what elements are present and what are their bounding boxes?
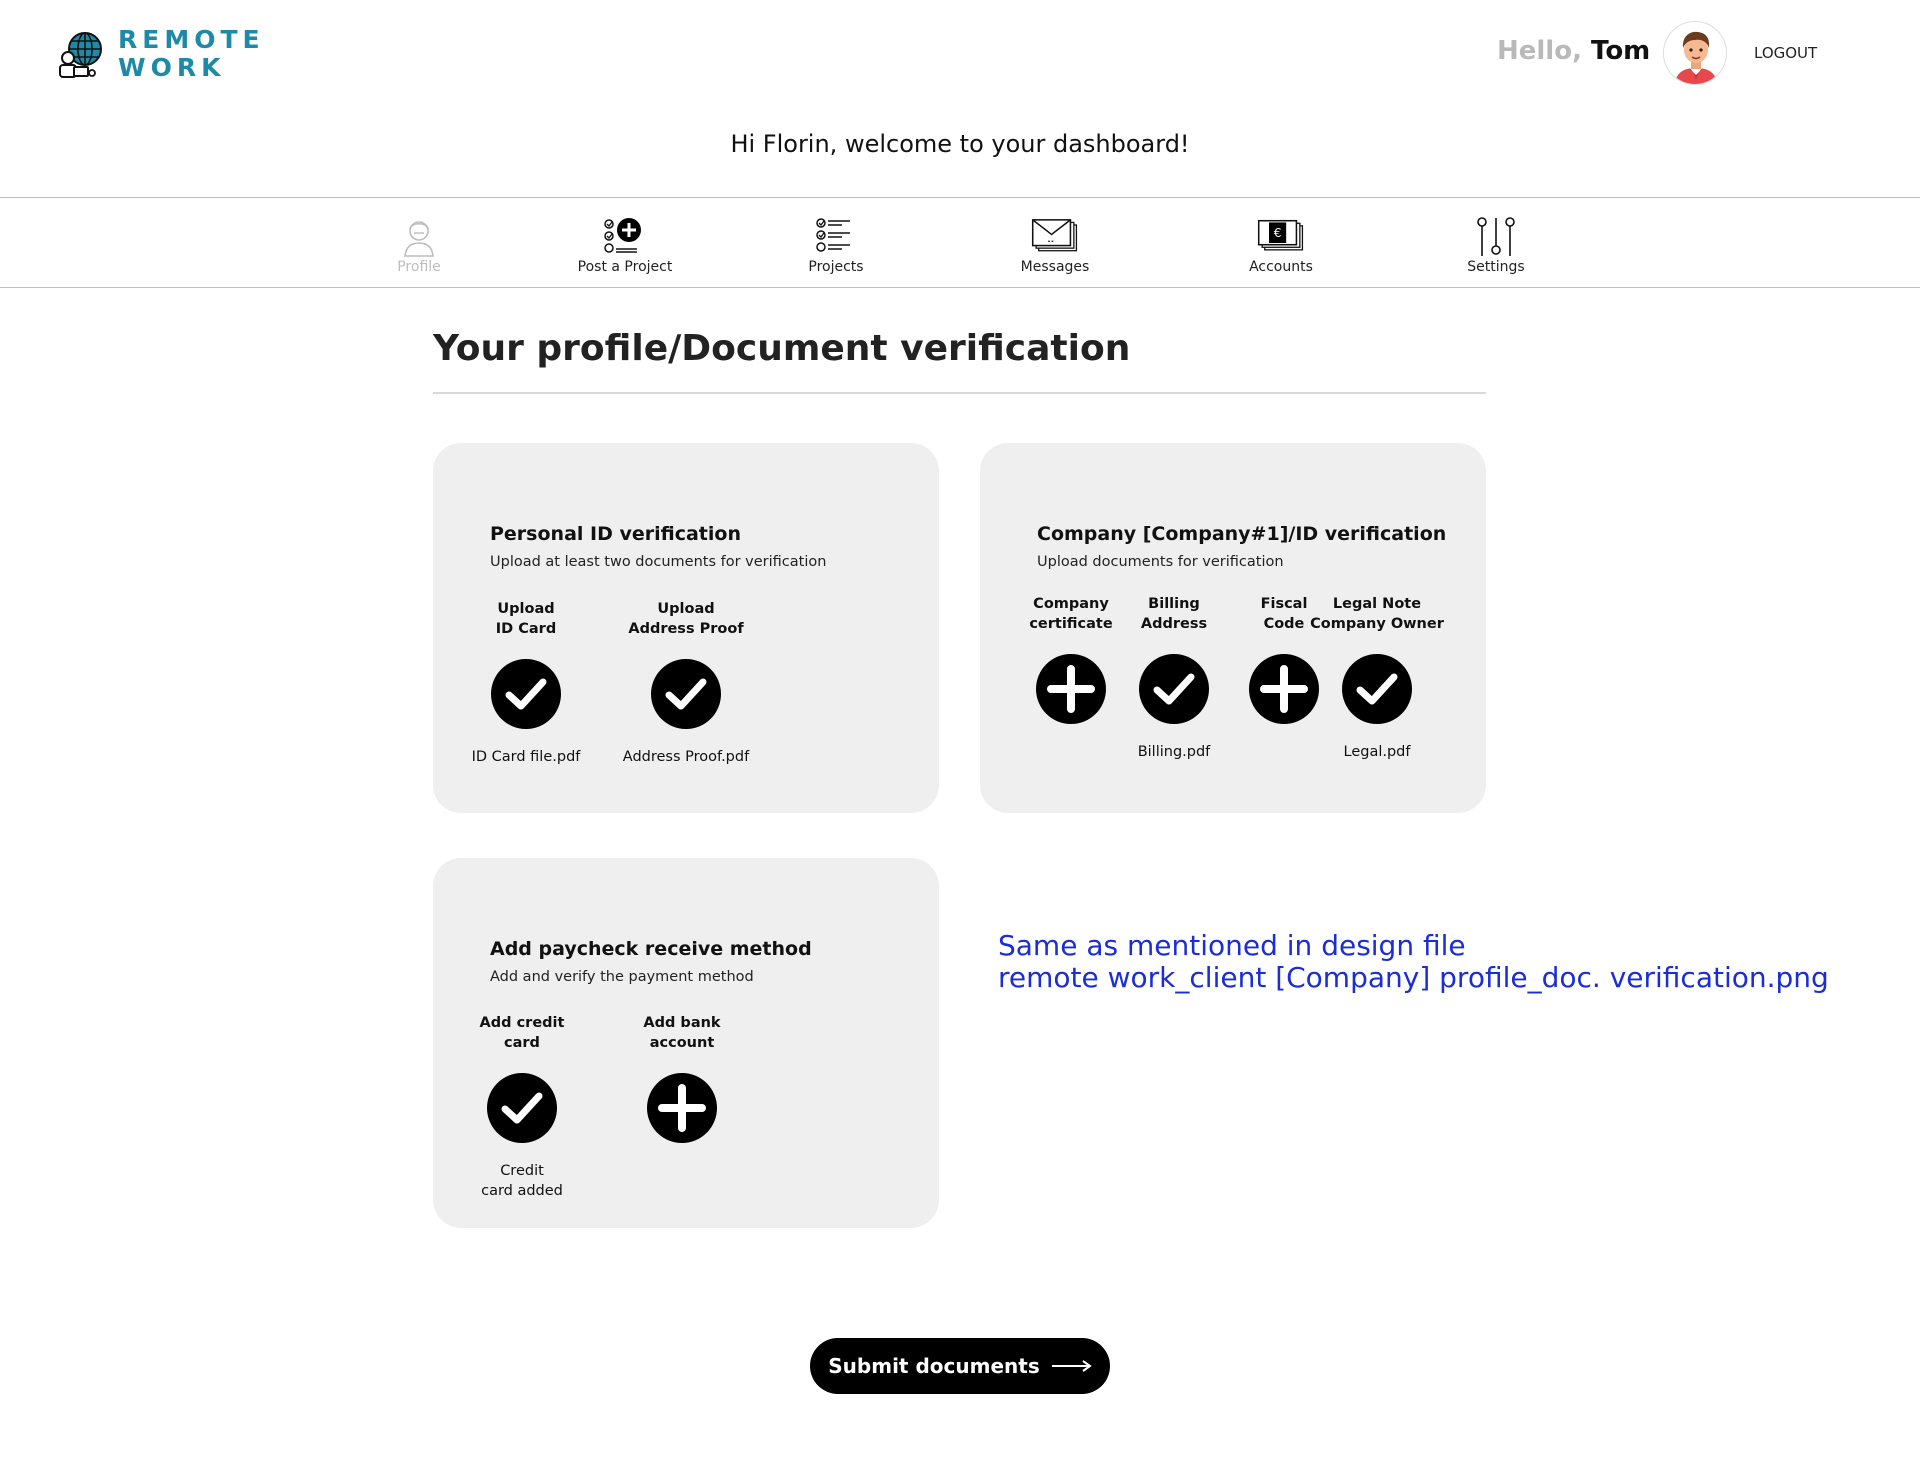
upload-id-card[interactable]: Upload ID Card ID Card file.pdf [446, 599, 606, 767]
page-title: Your profile/Document verification [433, 328, 1131, 369]
accounts-icon: € [1257, 219, 1304, 251]
add-bank-account[interactable]: Add bank account [602, 1013, 762, 1181]
title-divider [433, 392, 1486, 394]
personal-id-subtitle: Upload at least two documents for verifi… [490, 554, 827, 570]
nav-label-accounts: Accounts [1249, 259, 1313, 275]
add-credit-card[interactable]: Add credit card Credit card added [442, 1013, 602, 1201]
globe-worker-icon [59, 32, 102, 78]
paycheck-title: Add paycheck receive method [490, 938, 812, 960]
brand-line-1: REMOTE [118, 25, 265, 54]
upload-address-proof-label: Upload Address Proof [628, 601, 744, 637]
nav-item-settings[interactable]: Settings [1416, 216, 1576, 275]
nav-item-projects[interactable]: Projects [756, 216, 916, 275]
avatar[interactable] [1663, 21, 1727, 85]
nav-label-post-project: Post a Project [577, 259, 673, 275]
company-id-card: Company [Company#1]/ID verification Uplo… [980, 443, 1486, 813]
id-card-file-name: ID Card file.pdf [471, 749, 581, 765]
arrow-right-icon [1051, 1360, 1092, 1372]
design-note-line-1: Same as mentioned in design file [998, 929, 1466, 962]
messages-icon [1031, 219, 1078, 252]
greeting-user-name: Tom [1591, 36, 1651, 66]
brand-wordmark: REMOTE WORK [118, 26, 265, 82]
add-credit-card-label: Add credit card [479, 1015, 565, 1051]
settings-icon [1477, 217, 1515, 256]
nav-item-profile[interactable]: Profile [339, 216, 499, 275]
nav-label-projects: Projects [808, 259, 864, 275]
check-icon [491, 659, 561, 729]
check-icon [1139, 654, 1209, 724]
nav-label-profile: Profile [397, 259, 441, 275]
submit-documents-label: Submit documents [828, 1354, 1040, 1378]
svg-text:€: € [1274, 226, 1282, 240]
legal-note-label: Legal Note Company Owner [1310, 596, 1444, 632]
check-icon [651, 659, 721, 729]
projects-icon [816, 218, 850, 252]
submit-documents-button[interactable]: Submit documents [810, 1338, 1110, 1394]
check-icon [1342, 654, 1412, 724]
user-avatar-icon [1664, 22, 1726, 84]
upload-address-proof[interactable]: Upload Address Proof Address Proof.pdf [606, 599, 766, 767]
nav-item-messages[interactable]: Messages [975, 216, 1135, 275]
logout-link[interactable]: LOGOUT [1754, 44, 1817, 62]
nav-item-accounts[interactable]: € Accounts [1201, 216, 1361, 275]
nav-label-settings: Settings [1467, 259, 1525, 275]
welcome-message: Hi Florin, welcome to your dashboard! [730, 130, 1190, 158]
company-id-title: Company [Company#1]/ID verification [1037, 523, 1447, 545]
main-navigation: Profile Post a Project Projects Messages… [0, 197, 1920, 288]
upload-id-card-label: Upload ID Card [495, 601, 557, 637]
paycheck-subtitle: Add and verify the payment method [490, 969, 754, 985]
billing-file-name: Billing.pdf [1137, 744, 1211, 760]
company-id-subtitle: Upload documents for verification [1037, 554, 1284, 570]
personal-id-title: Personal ID verification [490, 523, 741, 545]
brand-line-2: WORK [118, 53, 226, 82]
nav-label-messages: Messages [1020, 259, 1090, 275]
billing-address-label: Billing Address [1140, 596, 1208, 632]
design-note-line-2: remote work_client [Company] profile_doc… [998, 961, 1829, 994]
personal-id-card: Personal ID verification Upload at least… [433, 443, 939, 813]
legal-file-name: Legal.pdf [1343, 744, 1411, 760]
upload-legal-note[interactable]: Legal Note Company Owner Legal.pdf [1297, 594, 1457, 762]
post-project-icon [604, 218, 641, 253]
profile-icon [404, 221, 434, 257]
address-proof-file-name: Address Proof.pdf [622, 749, 750, 765]
plus-icon [647, 1073, 717, 1143]
greeting-hello: Hello, [1497, 36, 1582, 66]
paycheck-method-card: Add paycheck receive method Add and veri… [433, 858, 939, 1228]
add-bank-account-label: Add bank account [643, 1015, 721, 1051]
brand-logo[interactable]: REMOTE WORK [56, 26, 265, 82]
nav-item-post-project[interactable]: Post a Project [545, 216, 705, 275]
greeting: Hello, Tom [1497, 36, 1650, 66]
check-icon [487, 1073, 557, 1143]
credit-card-status: Credit card added [481, 1163, 563, 1199]
design-note: Same as mentioned in design file remote … [998, 930, 1829, 994]
